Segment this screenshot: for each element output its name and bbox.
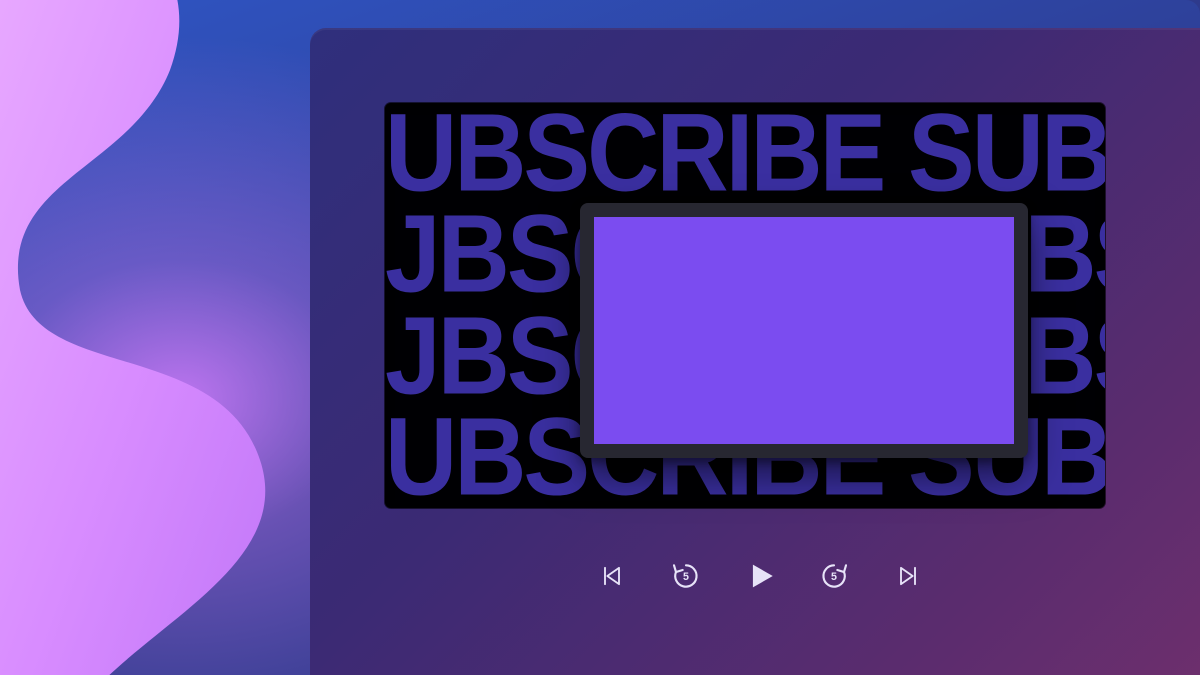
skip-forward-button[interactable]	[890, 558, 926, 594]
playback-controls: 5 5	[310, 558, 1200, 594]
forward-5-icon: 5	[818, 560, 850, 592]
subscribe-row: UBSCRIBE SUBSCRIB	[385, 103, 1105, 206]
play-button[interactable]	[742, 558, 778, 594]
preview-card	[580, 203, 1028, 458]
skip-back-button[interactable]	[594, 558, 630, 594]
skip-back-icon	[598, 562, 626, 590]
rewind-5-icon: 5	[670, 560, 702, 592]
forward-button[interactable]: 5	[816, 558, 852, 594]
play-icon	[743, 559, 777, 593]
svg-text:5: 5	[831, 571, 837, 583]
skip-forward-icon	[894, 562, 922, 590]
rewind-button[interactable]: 5	[668, 558, 704, 594]
player-panel: UBSCRIBE SUBSCRIB JBSCRIBE SUBSCRIB JBSC…	[310, 28, 1200, 675]
svg-text:5: 5	[683, 571, 689, 583]
